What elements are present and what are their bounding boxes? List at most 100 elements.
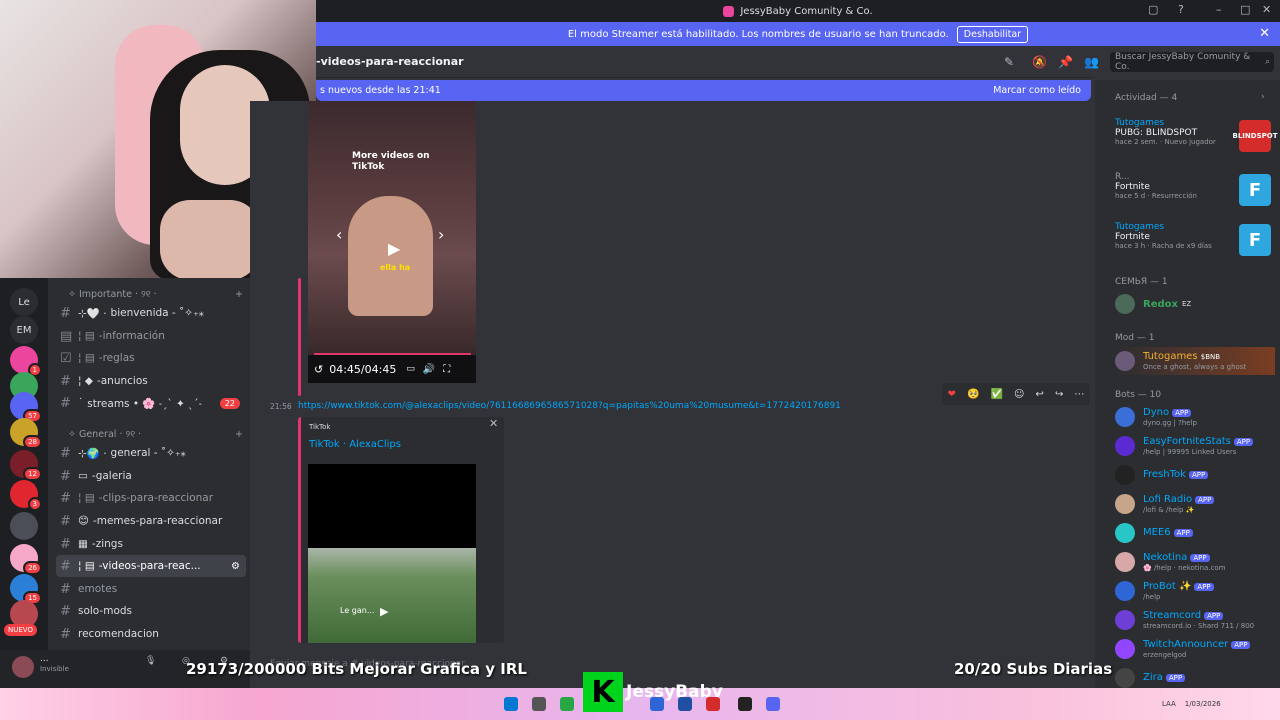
maximize-button[interactable]: □ — [1240, 3, 1250, 16]
channel-general[interactable]: # ⊹🌍 · general - ˚✧₊⁎ — [56, 442, 246, 464]
app-icon[interactable] — [738, 697, 752, 711]
channel-informacion[interactable]: ▤ ¦ ▤ -información — [56, 325, 246, 347]
avatar[interactable] — [12, 656, 34, 678]
browser-icon[interactable] — [560, 697, 574, 711]
volume-icon[interactable]: 🔊 — [423, 364, 435, 375]
server-icon[interactable]: 15 — [10, 574, 42, 605]
app-icon[interactable] — [650, 697, 664, 711]
game-tile-icon: BLINDSPOT — [1233, 120, 1277, 152]
more-options-icon[interactable]: ⋯ — [1074, 389, 1084, 400]
server-icon[interactable]: 28 — [10, 418, 42, 449]
channel-galeria[interactable]: # ▭ -galeria — [56, 465, 246, 487]
server-icon[interactable] — [10, 512, 38, 540]
activity-card[interactable]: R... Fortnite hace 5 d · Resurrección F — [1115, 172, 1275, 208]
play-icon[interactable]: ▶ — [380, 605, 388, 618]
channel-memes-para-reaccionar[interactable]: # 😊 -memes-para-reaccionar — [56, 510, 246, 532]
threads-icon[interactable]: ✎ — [1004, 55, 1014, 69]
inbox-icon[interactable]: ▢ — [1148, 3, 1158, 16]
add-channel-icon[interactable]: + — [235, 289, 243, 300]
settings-gear-icon[interactable]: ⚙ — [231, 561, 240, 572]
captions-icon[interactable]: ▭ — [406, 364, 415, 374]
bot-member-item[interactable]: EasyFortniteStats APP/help | 99995 Linked… — [1115, 432, 1275, 460]
forward-icon[interactable]: ↪ — [1055, 389, 1063, 400]
close-window-button[interactable]: ✕ — [1262, 3, 1271, 16]
category-importante[interactable]: ✧ Importante · ୨୧ · + — [68, 289, 243, 300]
bot-member-item[interactable]: Nekotina APP 🌸 /help · nekotina.com — [1115, 548, 1275, 576]
server-icon[interactable]: 1 — [10, 346, 42, 377]
mark-as-read-button[interactable]: Marcar como leído — [993, 85, 1081, 96]
server-icon[interactable]: 26 — [10, 544, 42, 575]
channel-recomendacion[interactable]: # recomendacion — [56, 623, 246, 645]
category-general[interactable]: ✧ General · ୨୧ · + — [68, 429, 243, 440]
member-item[interactable]: Redox EZ — [1115, 290, 1275, 318]
app-badge: APP — [1195, 495, 1215, 504]
channel-streams[interactable]: # ˙ streams • 🌸 ˗ˏˋ ✦ ˎˊ˗ 22 — [56, 392, 246, 414]
reply-icon[interactable]: ↩ — [1036, 389, 1044, 400]
channel-reglas[interactable]: ☑ ¦ ▤ -reglas — [56, 347, 246, 369]
minimize-button[interactable]: – — [1216, 3, 1222, 16]
embed-title[interactable]: TikTok · AlexaClips — [309, 439, 401, 450]
member-list-icon[interactable]: 👥 — [1084, 55, 1099, 69]
server-icon-em[interactable]: EM — [10, 316, 38, 344]
bot-member-item[interactable]: MEE6 APP — [1115, 519, 1275, 547]
member-item[interactable]: Tutogames $BNB Once a ghost, always a gho… — [1115, 347, 1275, 375]
pin-icon[interactable]: 📌 — [1058, 55, 1073, 69]
disable-streamer-button[interactable]: Deshabilitar — [956, 25, 1029, 43]
bot-member-item[interactable]: Lofi Radio APP/lofi & /help ✨ — [1115, 490, 1275, 518]
app-badge: APP — [1173, 529, 1193, 537]
microphone-icon[interactable]: 🎙 — [145, 656, 156, 666]
fullscreen-icon[interactable]: ⛶ — [443, 364, 450, 375]
bot-member-item[interactable]: Streamcord APP streamcord.io · Shard 711 /… — [1115, 606, 1275, 634]
play-icon[interactable]: ▶ — [388, 239, 400, 258]
check-reaction-icon[interactable]: ✅ — [991, 389, 1003, 400]
channel-zings[interactable]: # ▦ -zings — [56, 533, 246, 555]
bot-member-item[interactable]: Dyno APP dyno.gg | ?help — [1115, 403, 1275, 431]
help-icon[interactable]: ? — [1178, 3, 1184, 16]
server-icon[interactable]: 57 — [10, 392, 42, 423]
activity-card[interactable]: Tutogames PUBG: BLINDSPOT hace 2 sem. · … — [1115, 118, 1277, 154]
search-icon[interactable] — [532, 697, 546, 711]
avatar — [1115, 610, 1135, 630]
bot-member-item[interactable]: ProBot ✨ APP/help — [1115, 577, 1275, 605]
kick-logo: K — [583, 672, 623, 712]
app-icon[interactable] — [678, 697, 692, 711]
emoji-reaction-icon[interactable]: 🥺 — [967, 389, 979, 400]
chevron-right-icon[interactable]: › — [1261, 92, 1265, 102]
avatar — [1115, 639, 1135, 659]
server-icon-le[interactable]: Le — [10, 288, 38, 316]
channel-solo-mods[interactable]: # solo-mods — [56, 600, 246, 622]
windows-start-icon[interactable] — [504, 697, 518, 711]
bot-member-item[interactable]: FreshTok APP — [1115, 461, 1275, 489]
banner-close-icon[interactable]: ✕ — [1259, 26, 1270, 41]
embed-video[interactable]: Le gan... ▶ — [308, 464, 476, 643]
message-link[interactable]: https://www.tiktok.com/@alexaclips/video… — [298, 401, 841, 411]
channel-clips-para-reaccionar[interactable]: # ¦ ▤ -clips-para-reaccionar — [56, 487, 246, 509]
server-icon[interactable]: 3 — [10, 480, 42, 511]
search-input[interactable]: Buscar JessyBaby Comunity & Co. ⌕ — [1110, 52, 1274, 72]
add-channel-icon[interactable]: + — [235, 429, 243, 440]
channel-emotes[interactable]: # emotes — [56, 578, 246, 600]
bot-member-item[interactable]: TwitchAnnouncer APP erzengelgod — [1115, 635, 1275, 663]
channel-videos-para-reaccionar[interactable]: # ¦ ▤ -videos-para-reac... ⚙ — [56, 555, 246, 577]
channel-header: -videos-para-reaccionar — [316, 46, 1094, 78]
server-badge: 3 — [27, 497, 42, 511]
channel-sidebar: ✧ Importante · ୨୧ · + # ⊹🤍 · bienvenida - ˚… — [48, 278, 250, 650]
notifications-muted-icon[interactable]: 🔕 — [1032, 55, 1047, 69]
discord-icon[interactable] — [766, 697, 780, 711]
channel-bienvenida[interactable]: # ⊹🤍 · bienvenida - ˚✧₊⁎ — [56, 302, 246, 324]
tiktok-video-embed[interactable]: More videos on TikTok ‹ › ▶ ella ha — [308, 101, 476, 383]
heart-reaction-icon[interactable]: ❤ — [948, 389, 956, 400]
channel-anuncios[interactable]: # ¦ ◆ -anuncios — [56, 370, 246, 392]
app-badge: APP — [1233, 437, 1254, 446]
embed-close-icon[interactable]: ✕ — [489, 417, 498, 430]
previous-icon[interactable]: ‹ — [336, 225, 342, 244]
new-badge[interactable]: NUEVO — [4, 624, 37, 636]
app-icon[interactable] — [706, 697, 720, 711]
next-icon[interactable]: › — [438, 225, 444, 244]
new-messages-bar[interactable]: s nuevos desde las 21:41 Marcar como leí… — [316, 80, 1091, 101]
replay-icon[interactable]: ↺ — [314, 363, 323, 376]
activity-card[interactable]: Tutogames Fortnite hace 3 h · Racha de x… — [1115, 222, 1275, 258]
server-icon[interactable]: 12 — [10, 450, 42, 481]
add-reaction-icon[interactable]: ☺ — [1014, 389, 1024, 400]
app-badge: APP — [1188, 471, 1209, 479]
